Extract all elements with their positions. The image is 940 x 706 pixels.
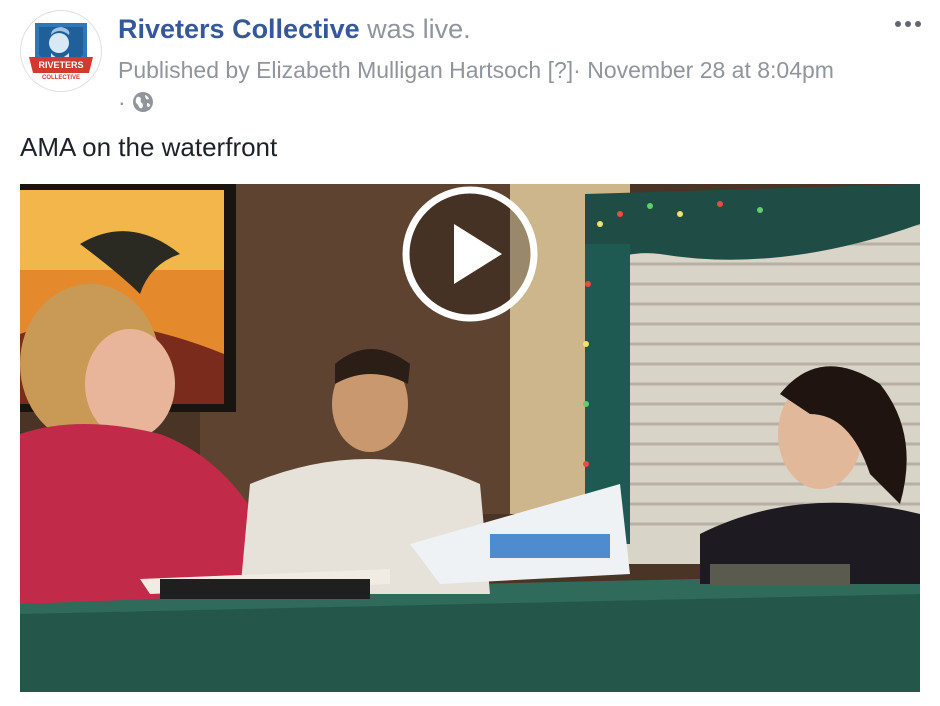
page-avatar[interactable]: RIVETERS COLLECTIVE xyxy=(20,10,102,92)
help-mark-link[interactable]: [?] xyxy=(548,57,574,83)
play-icon xyxy=(402,186,538,322)
more-options-button[interactable] xyxy=(890,14,926,34)
meta-separator: · xyxy=(573,57,581,83)
timestamp-link[interactable]: November 28 at 8:04pm xyxy=(587,57,834,83)
post-meta: Published by Elizabeth Mulligan Hartsoch… xyxy=(118,54,918,121)
publisher-name-link[interactable]: Elizabeth Mulligan Hartsoch xyxy=(256,57,541,83)
globe-icon[interactable] xyxy=(132,89,154,121)
logo-text-top: RIVETERS xyxy=(38,60,83,70)
post-body-text: AMA on the waterfront xyxy=(20,132,278,162)
post-header: Riveters Collective was live. xyxy=(118,12,471,46)
play-button[interactable] xyxy=(400,184,540,324)
meta-separator: · xyxy=(118,89,126,115)
published-prefix: Published by xyxy=(118,57,250,83)
live-status-text: was live. xyxy=(367,14,471,44)
logo-text-bottom: COLLECTIVE xyxy=(42,75,80,81)
riveters-logo: RIVETERS COLLECTIVE xyxy=(29,23,93,81)
page-name-link[interactable]: Riveters Collective xyxy=(118,14,360,44)
more-options-icon xyxy=(895,21,921,27)
